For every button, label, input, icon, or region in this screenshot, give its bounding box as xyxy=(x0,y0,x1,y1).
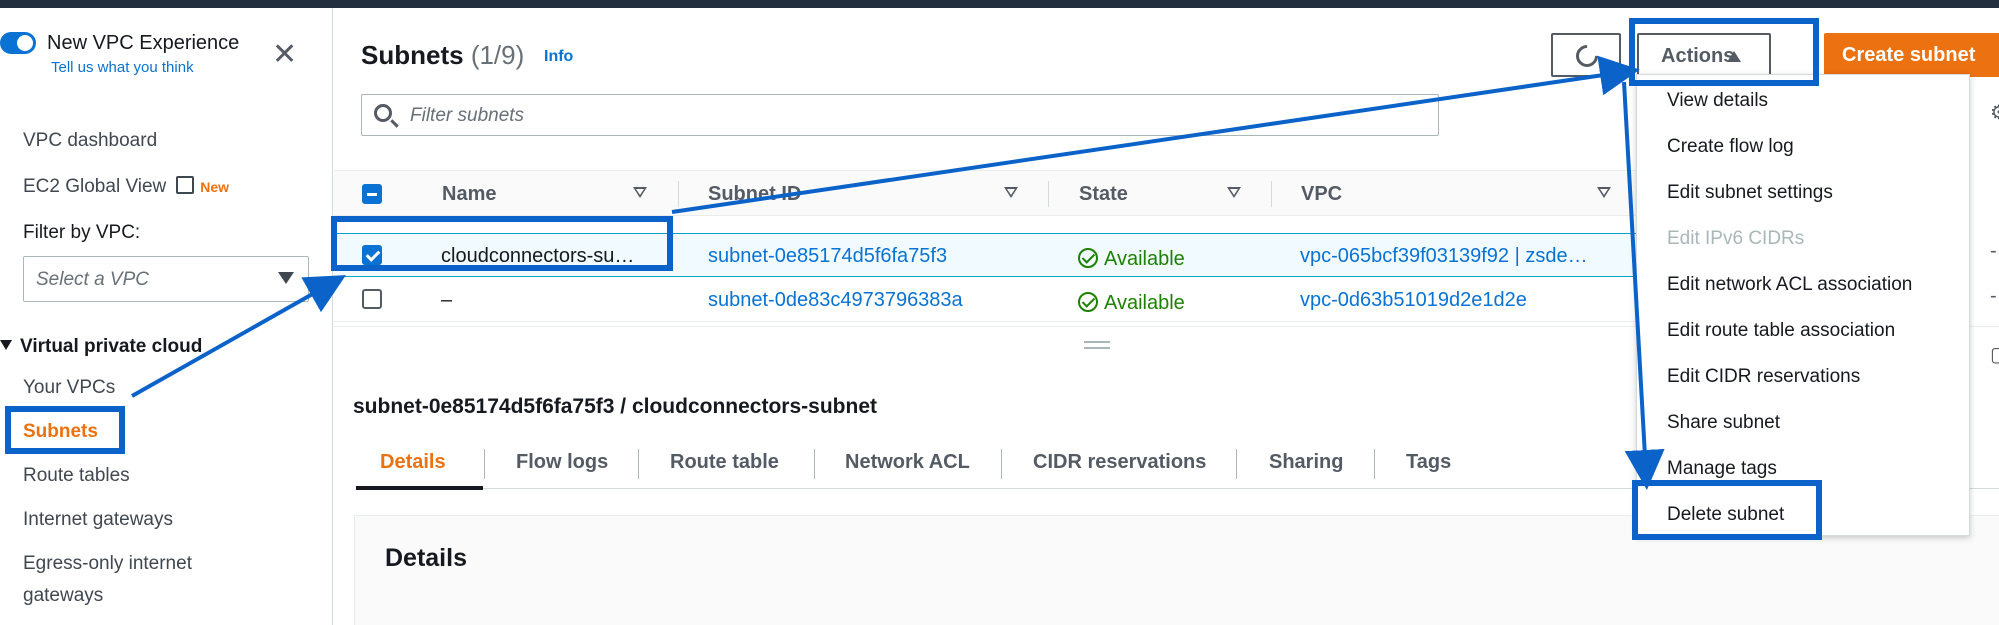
arrow-to-row xyxy=(131,275,346,398)
arrow-to-delete xyxy=(1622,81,1665,490)
arrow-to-actions xyxy=(671,55,1640,214)
annotation-arrows xyxy=(131,55,1665,490)
